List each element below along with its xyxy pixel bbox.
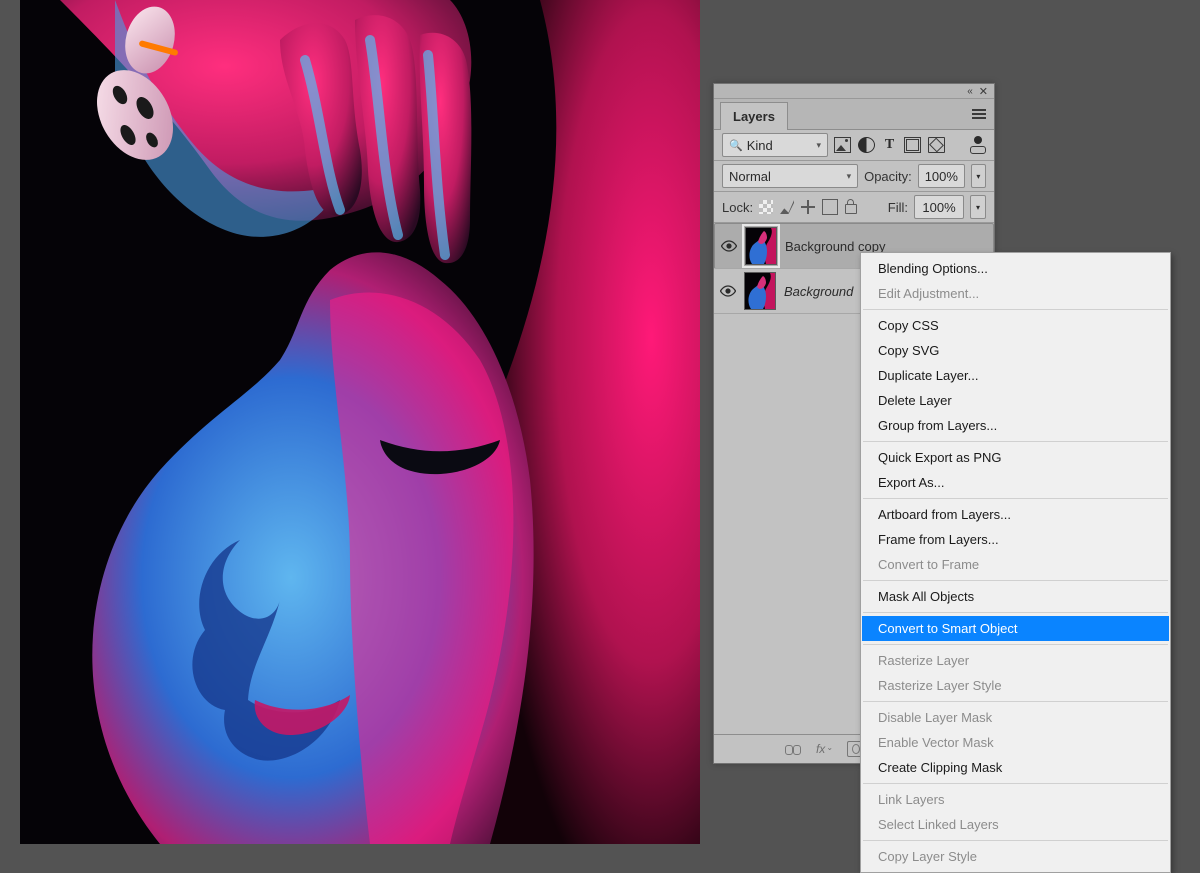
context-menu-separator xyxy=(863,498,1168,499)
search-icon: 🔍 xyxy=(729,139,743,152)
context-menu-item: Rasterize Layer xyxy=(862,648,1169,673)
filter-kind-label: Kind xyxy=(747,138,773,153)
lock-transparency-icon[interactable] xyxy=(759,200,773,214)
panel-menu-icon[interactable] xyxy=(972,107,986,122)
context-menu-item: Link Layers xyxy=(862,787,1169,812)
panel-tabs: Layers xyxy=(714,99,994,130)
context-menu-item[interactable]: Copy CSS xyxy=(862,313,1169,338)
lock-artboard-icon[interactable] xyxy=(822,199,838,215)
filter-toggle-icon[interactable] xyxy=(974,136,982,144)
context-menu-separator xyxy=(863,441,1168,442)
context-menu-item: Select Linked Layers xyxy=(862,812,1169,837)
fill-input[interactable]: 100% xyxy=(914,195,964,219)
lock-label: Lock: xyxy=(722,200,753,215)
context-menu-item[interactable]: Delete Layer xyxy=(862,388,1169,413)
filter-pixel-icon[interactable] xyxy=(834,137,851,153)
filter-kind-select[interactable]: 🔍 Kind ▾ xyxy=(722,133,828,157)
link-layers-icon[interactable] xyxy=(785,742,801,756)
context-menu-item[interactable]: Create Clipping Mask xyxy=(862,755,1169,780)
tab-layers[interactable]: Layers xyxy=(720,102,788,130)
context-menu-separator xyxy=(863,612,1168,613)
context-menu-item[interactable]: Blending Options... xyxy=(862,256,1169,281)
panel-titlebar: « ✕ xyxy=(714,84,994,99)
panel-close-icon[interactable]: ✕ xyxy=(979,85,988,98)
lock-all-icon[interactable] xyxy=(845,204,857,214)
context-menu-item[interactable]: Copy SVG xyxy=(862,338,1169,363)
context-menu-item: Edit Adjustment... xyxy=(862,281,1169,306)
filter-toggle-switch[interactable] xyxy=(970,146,986,154)
opacity-input[interactable]: 100% xyxy=(918,164,965,188)
context-menu-item: Rasterize Layer Style xyxy=(862,673,1169,698)
context-menu-item[interactable]: Export As... xyxy=(862,470,1169,495)
fill-label: Fill: xyxy=(888,200,908,215)
layer-filter-row: 🔍 Kind ▾ T xyxy=(714,130,994,161)
context-menu-separator xyxy=(863,701,1168,702)
context-menu-separator xyxy=(863,644,1168,645)
context-menu-item[interactable]: Artboard from Layers... xyxy=(862,502,1169,527)
context-menu-item: Disable Layer Mask xyxy=(862,705,1169,730)
context-menu-item[interactable]: Convert to Smart Object xyxy=(862,616,1169,641)
visibility-eye-icon[interactable] xyxy=(721,238,737,254)
chevron-down-icon: ▾ xyxy=(847,171,852,182)
context-menu-item: Enable Vector Mask xyxy=(862,730,1169,755)
blend-mode-select[interactable]: Normal ▾ xyxy=(722,164,858,188)
filter-adjustment-icon[interactable] xyxy=(858,137,875,153)
lock-position-icon[interactable] xyxy=(801,200,815,214)
layer-thumbnail[interactable] xyxy=(745,227,777,265)
blend-mode-value: Normal xyxy=(729,169,771,184)
filter-type-icon[interactable]: T xyxy=(882,138,897,152)
context-menu-item[interactable]: Quick Export as PNG xyxy=(862,445,1169,470)
layer-context-menu: Blending Options...Edit Adjustment... Cop… xyxy=(860,252,1171,873)
context-menu-separator xyxy=(863,580,1168,581)
fill-dropdown[interactable]: ▾ xyxy=(970,195,986,219)
context-menu-item[interactable]: Frame from Layers... xyxy=(862,527,1169,552)
canvas-document xyxy=(20,0,700,844)
lock-fill-row: Lock: Fill: 100% ▾ xyxy=(714,192,994,223)
context-menu-item[interactable]: Group from Layers... xyxy=(862,413,1169,438)
panel-collapse-icon[interactable]: « xyxy=(967,86,973,97)
context-menu-item: Copy Layer Style xyxy=(862,844,1169,869)
context-menu-separator xyxy=(863,840,1168,841)
layer-thumbnail[interactable] xyxy=(744,272,776,310)
opacity-dropdown[interactable]: ▾ xyxy=(971,164,986,188)
filter-shape-icon[interactable] xyxy=(904,137,921,153)
context-menu-item[interactable]: Duplicate Layer... xyxy=(862,363,1169,388)
context-menu-item[interactable]: Mask All Objects xyxy=(862,584,1169,609)
opacity-label: Opacity: xyxy=(864,169,912,184)
lock-pixels-icon[interactable] xyxy=(780,200,794,214)
filter-smartobject-icon[interactable] xyxy=(928,137,945,153)
layer-fx-icon[interactable]: fx xyxy=(814,742,834,756)
context-menu-item: Convert to Frame xyxy=(862,552,1169,577)
context-menu-separator xyxy=(863,783,1168,784)
blend-opacity-row: Normal ▾ Opacity: 100% ▾ xyxy=(714,161,994,192)
context-menu-separator xyxy=(863,309,1168,310)
layer-name[interactable]: Background xyxy=(784,284,853,299)
visibility-eye-icon[interactable] xyxy=(720,283,736,299)
chevron-down-icon: ▾ xyxy=(816,140,821,151)
